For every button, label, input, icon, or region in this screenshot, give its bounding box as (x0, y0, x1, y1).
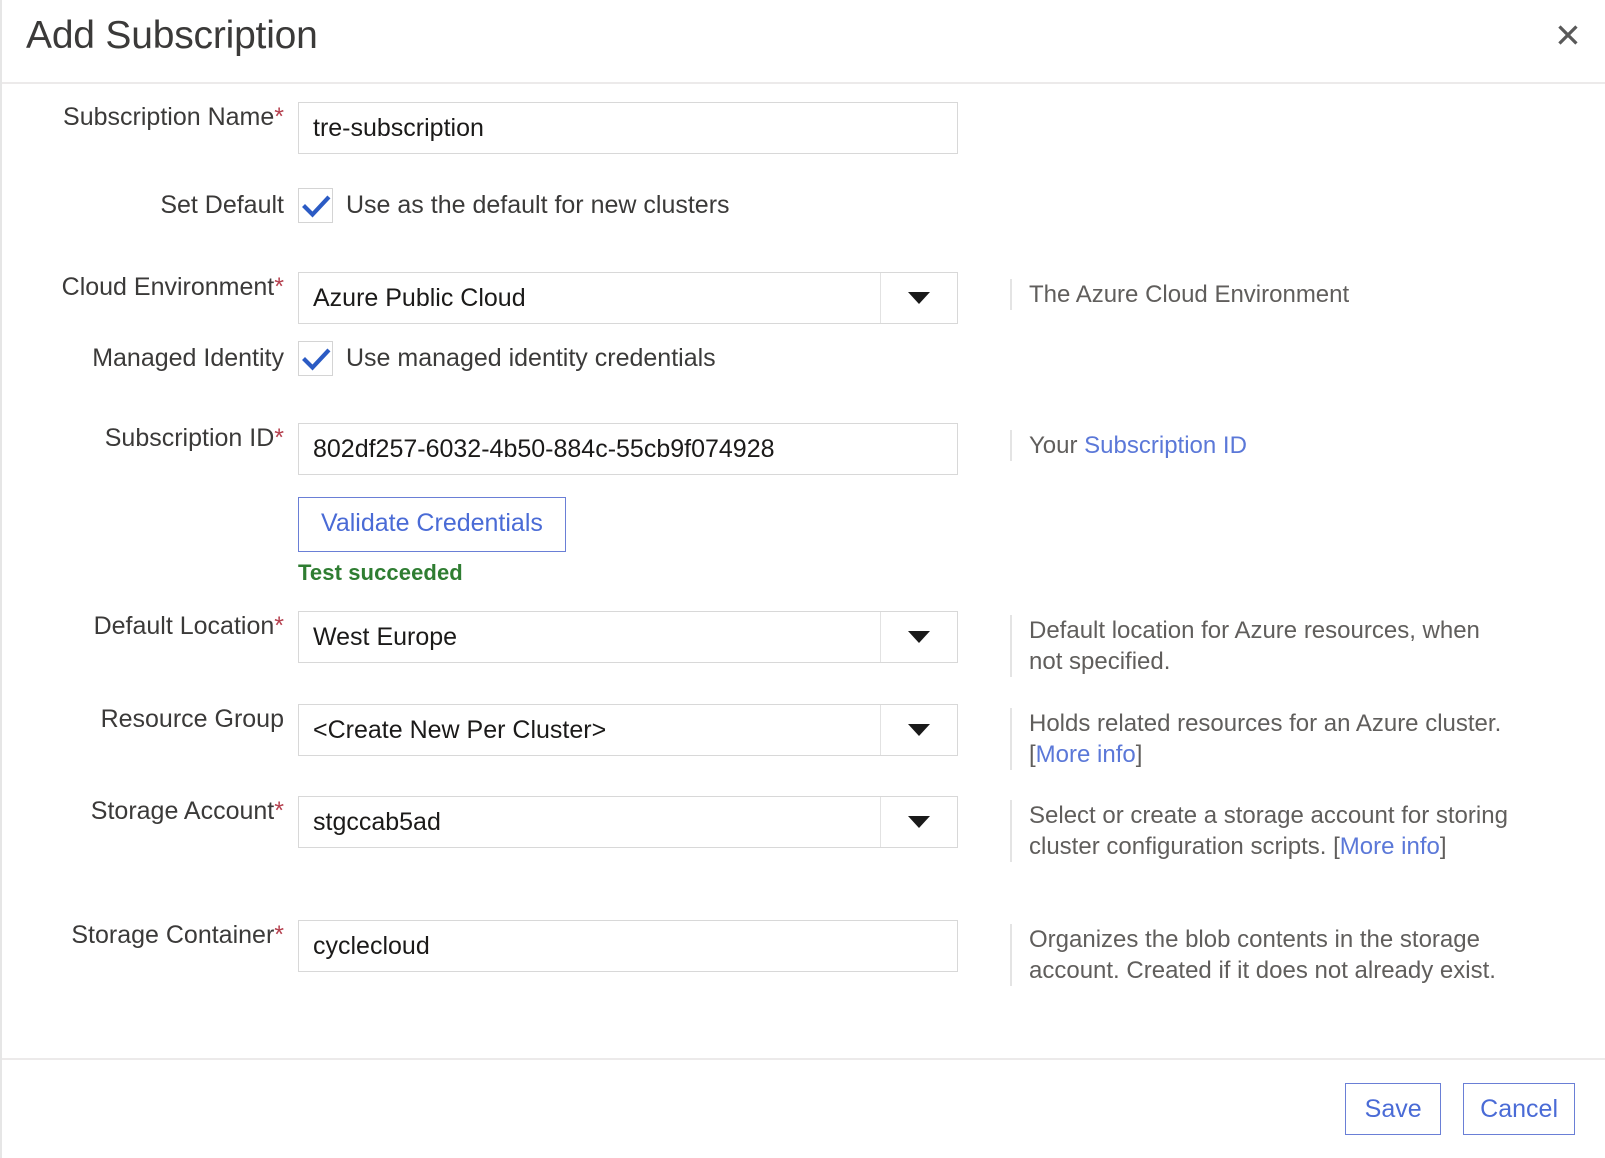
row-set-default: Set Default Use as the default for new c… (2, 185, 1605, 225)
label-cloud-environment: Cloud Environment* (2, 272, 298, 302)
managed-identity-checkbox-label: Use managed identity credentials (346, 344, 716, 373)
storage-account-dropdown[interactable]: stgccab5ad (298, 796, 958, 848)
triangle-down-glyph (908, 631, 930, 643)
header-actions: ? ✕ (1551, 16, 1585, 54)
row-subscription-name: Subscription Name* tre-subscription (2, 102, 1605, 154)
check-icon (302, 346, 331, 373)
dialog-body: Subscription Name* tre-subscription Set … (2, 84, 1605, 1058)
default-location-value: West Europe (299, 612, 859, 662)
label-resource-group: Resource Group (2, 704, 298, 734)
label-text: Resource Group (101, 705, 284, 733)
required-marker: * (274, 797, 284, 825)
control-subscription-name: tre-subscription (298, 102, 958, 154)
help-text: Holds related resources for an Azure clu… (1029, 710, 1501, 737)
control-set-default: Use as the default for new clusters (298, 185, 958, 225)
control-storage-account: stgccab5ad (298, 796, 958, 848)
subscription-id-link[interactable]: Subscription ID (1084, 432, 1247, 459)
dialog-header: Add Subscription ? ✕ (2, 0, 1605, 84)
triangle-down-glyph (908, 724, 930, 736)
chevron-down-icon[interactable] (880, 612, 957, 662)
subscription-name-input[interactable]: tre-subscription (298, 102, 958, 154)
label-set-default: Set Default (2, 185, 298, 225)
page-title: Add Subscription (26, 14, 318, 58)
managed-identity-checkbox-row[interactable]: Use managed identity credentials (298, 338, 958, 378)
bracket-open: [ (1333, 833, 1340, 860)
triangle-down-glyph (908, 816, 930, 828)
label-storage-account: Storage Account* (2, 796, 298, 826)
resource-group-more-info-link[interactable]: More info (1036, 741, 1136, 768)
validate-credentials-button[interactable]: Validate Credentials (298, 497, 566, 552)
bracket-close: ] (1136, 741, 1143, 768)
chevron-down-icon[interactable] (880, 705, 957, 755)
control-resource-group: <Create New Per Cluster> (298, 704, 958, 756)
label-text: Storage Account (91, 797, 274, 825)
required-marker: * (274, 103, 284, 131)
label-text: Cloud Environment (62, 273, 275, 301)
managed-identity-checkbox[interactable] (298, 341, 333, 376)
storage-container-input[interactable]: cyclecloud (298, 920, 958, 972)
label-subscription-id: Subscription ID* (2, 423, 298, 453)
label-managed-identity: Managed Identity (2, 338, 298, 378)
subscription-id-input[interactable]: 802df257-6032-4b50-884c-55cb9f074928 (298, 423, 958, 475)
chevron-down-icon[interactable] (880, 273, 957, 323)
set-default-checkbox-label: Use as the default for new clusters (346, 191, 730, 220)
help-cloud-environment: The Azure Cloud Environment (1010, 279, 1510, 310)
label-text: Subscription ID (105, 424, 275, 452)
save-button[interactable]: Save (1345, 1083, 1441, 1135)
label-subscription-name: Subscription Name* (2, 102, 298, 132)
chevron-down-icon[interactable] (880, 797, 957, 847)
required-marker: * (274, 612, 284, 640)
control-subscription-id: 802df257-6032-4b50-884c-55cb9f074928 Val… (298, 423, 958, 586)
storage-account-more-info-link[interactable]: More info (1340, 833, 1440, 860)
bracket-open: [ (1029, 741, 1036, 768)
label-text: Subscription Name (63, 103, 274, 131)
storage-account-value: stgccab5ad (299, 797, 859, 847)
help-storage-container: Organizes the blob contents in the stora… (1010, 924, 1510, 986)
validation-status-text: Test succeeded (298, 560, 958, 586)
label-default-location: Default Location* (2, 611, 298, 641)
resource-group-dropdown[interactable]: <Create New Per Cluster> (298, 704, 958, 756)
set-default-checkbox-row[interactable]: Use as the default for new clusters (298, 185, 958, 225)
required-marker: * (274, 424, 284, 452)
help-prefix: Your (1029, 432, 1084, 459)
row-managed-identity: Managed Identity Use managed identity cr… (2, 338, 1605, 378)
add-subscription-dialog: Add Subscription ? ✕ Subscription Name* … (0, 0, 1605, 1158)
control-cloud-environment: Azure Public Cloud (298, 272, 958, 324)
help-default-location: Default location for Azure resources, wh… (1010, 615, 1510, 677)
default-location-dropdown[interactable]: West Europe (298, 611, 958, 663)
dialog-footer: Save Cancel (2, 1058, 1605, 1158)
control-managed-identity: Use managed identity credentials (298, 338, 958, 378)
control-storage-container: cyclecloud (298, 920, 958, 972)
bracket-close: ] (1440, 833, 1447, 860)
label-text: Storage Container (71, 921, 274, 949)
set-default-checkbox[interactable] (298, 188, 333, 223)
required-marker: * (274, 921, 284, 949)
close-icon[interactable]: ✕ (1551, 16, 1585, 54)
control-default-location: West Europe (298, 611, 958, 663)
help-resource-group: Holds related resources for an Azure clu… (1010, 708, 1510, 770)
cloud-environment-dropdown[interactable]: Azure Public Cloud (298, 272, 958, 324)
triangle-down-glyph (908, 292, 930, 304)
help-storage-account: Select or create a storage account for s… (1010, 800, 1510, 862)
cancel-button[interactable]: Cancel (1463, 1083, 1575, 1135)
label-text: Default Location (94, 612, 275, 640)
label-storage-container: Storage Container* (2, 920, 298, 950)
check-icon (302, 193, 331, 220)
cloud-environment-value: Azure Public Cloud (299, 273, 859, 323)
help-subscription-id: Your Subscription ID (1010, 430, 1510, 461)
required-marker: * (274, 273, 284, 301)
resource-group-value: <Create New Per Cluster> (299, 705, 859, 755)
